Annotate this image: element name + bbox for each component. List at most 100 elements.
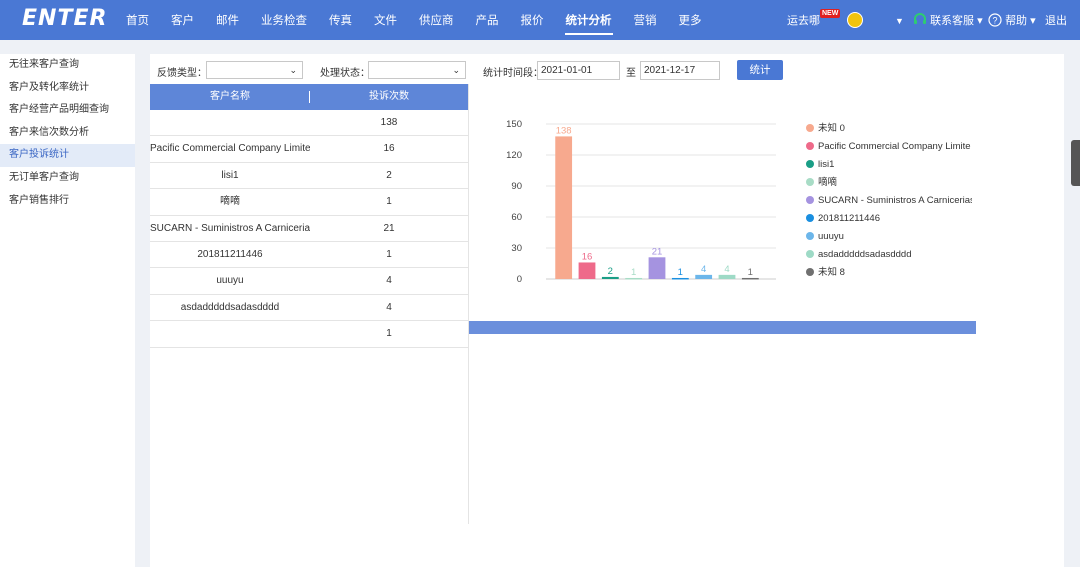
main-panel: 反馈类型： ⌄ 处理状态： ⌄ 统计时间段： 2021-01-01 至 2021… (150, 54, 1064, 567)
legend-item[interactable]: Pacific Commercial Company Limite (806, 138, 972, 156)
logout-button[interactable]: 退出 (1045, 0, 1067, 40)
bar (578, 262, 596, 279)
help-button[interactable]: ? 帮助 ▾ (988, 0, 1036, 40)
table-body: 138 Pacific Commercial Company Limited 16 l… (150, 110, 468, 348)
user-name[interactable]: 运去哪 (787, 0, 820, 40)
nav-item-8[interactable]: 报价 (510, 0, 555, 40)
sidebar-item[interactable]: 无往来客户查询 (0, 54, 135, 77)
legend-item[interactable]: 未知 8 (806, 264, 972, 282)
nav-item-11[interactable]: 更多 (668, 0, 713, 40)
legend-label: uuuyu (818, 231, 844, 242)
headset-icon (914, 13, 926, 24)
status-select[interactable]: ⌄ (368, 61, 466, 79)
legend-label: SUCARN - Suministros A Carnicerias (818, 195, 972, 206)
legend-item[interactable]: uuuyu (806, 228, 972, 246)
customer-name-cell: lisi1 (221, 169, 239, 181)
new-badge: NEW (820, 9, 841, 18)
legend-dot-icon (806, 178, 814, 186)
nav-item-0[interactable]: 首页 (115, 0, 160, 40)
column-customer-name[interactable]: 客户名称 (150, 84, 310, 110)
legend-item[interactable]: 未知 0 (806, 120, 972, 138)
y-tick-label: 90 (511, 181, 522, 192)
table-row[interactable]: Pacific Commercial Company Limited 16 (150, 136, 468, 163)
nav-item-5[interactable]: 文件 (363, 0, 408, 40)
table-row[interactable]: 201811211446 1 (150, 242, 468, 269)
y-tick-label: 120 (506, 150, 522, 161)
feedback-type-select[interactable]: ⌄ (206, 61, 303, 79)
customer-name-cell: 嘀嘀 (220, 196, 240, 208)
legend-dot-icon (806, 268, 814, 276)
start-date-input[interactable]: 2021-01-01 (537, 61, 620, 80)
legend-label: 嘀嘀 (818, 177, 838, 188)
legend-dot-icon (806, 142, 814, 150)
avatar-icon[interactable] (847, 12, 863, 28)
legend-item[interactable]: 201811211446 (806, 210, 972, 228)
complaint-table: 客户名称 投诉次数 138 Pacific Commercial Company … (150, 84, 468, 348)
table-row[interactable]: 1 (150, 321, 468, 348)
bar (555, 136, 573, 279)
sidebar-item[interactable]: 无订单客户查询 (0, 167, 135, 190)
sidebar-item[interactable]: 客户经营产品明细查询 (0, 99, 135, 122)
legend-item[interactable]: asdadddddsadasdddd (806, 246, 972, 264)
nav-item-10[interactable]: 营销 (623, 0, 668, 40)
bar-value-label: 1 (678, 267, 683, 278)
feedback-type-label: 反馈类型： (157, 68, 207, 79)
customer-name-cell (150, 110, 310, 135)
chart-footer-bar (469, 321, 976, 334)
sidebar-item[interactable]: 客户投诉统计 (0, 144, 135, 167)
bar-value-label: 2 (608, 266, 613, 277)
side-scroll-handle[interactable] (1071, 140, 1080, 186)
legend-item[interactable]: lisi1 (806, 156, 972, 174)
statistics-button[interactable]: 统计 (737, 60, 783, 80)
nav-item-9[interactable]: 统计分析 (555, 0, 623, 40)
legend-label: 未知 0 (818, 123, 845, 134)
nav-item-6[interactable]: 供应商 (408, 0, 465, 40)
bar-value-label: 1 (748, 267, 753, 278)
legend-item[interactable]: SUCARN - Suministros A Carnicerias (806, 192, 972, 210)
contact-service-label: 联系客服 (930, 15, 975, 27)
period-label: 统计时间段： (483, 68, 543, 79)
complaint-count-cell: 1 (386, 196, 392, 208)
sidebar-item[interactable]: 客户来信次数分析 (0, 122, 135, 145)
legend-dot-icon (806, 214, 814, 222)
to-label: 至 (626, 68, 636, 79)
bar-value-label: 1 (631, 267, 636, 278)
complaint-count-cell: 1 (386, 328, 392, 340)
nav-item-7[interactable]: 产品 (465, 0, 510, 40)
sidebar-item[interactable]: 客户及转化率统计 (0, 77, 135, 100)
table-row[interactable]: uuuyu 4 (150, 268, 468, 295)
nav-item-2[interactable]: 邮件 (205, 0, 250, 40)
complaint-count-cell: 138 (380, 117, 398, 128)
complaint-count-cell: 2 (386, 169, 392, 181)
table-row[interactable]: asdadddddsadasdddd 4 (150, 295, 468, 322)
column-complaint-count[interactable]: 投诉次数 (310, 84, 468, 110)
sidebar-item[interactable]: 客户销售排行 (0, 190, 135, 213)
customer-name-cell: SUCARN - Suministros A Carnicerias (150, 222, 310, 234)
table-row[interactable]: SUCARN - Suministros A Carnicerias 21 (150, 216, 468, 242)
nav-item-4[interactable]: 传真 (318, 0, 363, 40)
table-row[interactable]: lisi1 2 (150, 163, 468, 190)
nav-item-1[interactable]: 客户 (160, 0, 205, 40)
user-dropdown-icon[interactable]: ▼ (895, 0, 904, 40)
bar (671, 277, 689, 280)
bar-value-label: 4 (701, 264, 706, 275)
nav-item-3[interactable]: 业务检查 (250, 0, 318, 40)
legend-label: Pacific Commercial Company Limite (818, 141, 971, 152)
bar-value-label: 16 (582, 251, 593, 262)
main-nav: 首页 客户 邮件 业务检查 传真 文件 供应商 产品 报价 统计分析 营销 更多 (115, 0, 713, 40)
bar-value-label: 21 (652, 246, 663, 257)
table-row[interactable]: 138 (150, 110, 468, 137)
table-header: 客户名称 投诉次数 (150, 84, 468, 110)
complaint-count-cell: 21 (383, 222, 395, 234)
legend-dot-icon (806, 196, 814, 204)
table-row[interactable]: 嘀嘀 1 (150, 189, 468, 216)
customer-name-cell (150, 321, 310, 346)
bar (601, 276, 619, 279)
enter-logo[interactable]: ENTER (22, 6, 107, 31)
customer-name-cell: uuuyu (216, 275, 244, 287)
end-date-input[interactable]: 2021-12-17 (640, 61, 720, 80)
contact-service-button[interactable]: 联系客服 ▾ (913, 0, 983, 40)
top-navigation-bar: ENTER 首页 客户 邮件 业务检查 传真 文件 供应商 产品 报价 统计分析 营销 更多 NEW … (0, 0, 1080, 40)
legend-item[interactable]: 嘀嘀 (806, 174, 972, 192)
bar (741, 277, 759, 280)
